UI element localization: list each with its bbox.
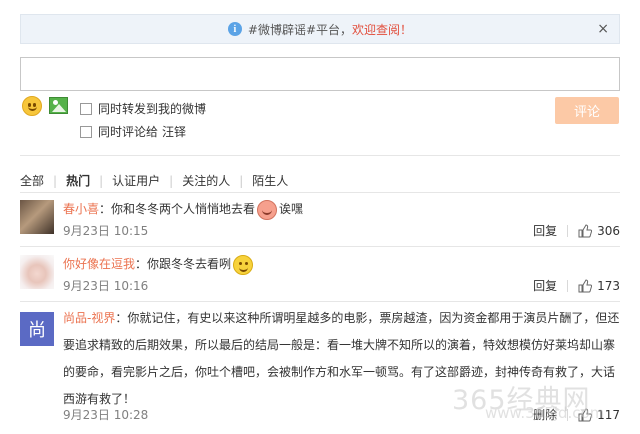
info-icon: i	[227, 22, 242, 36]
notice-text: #微博辟谣#平台，	[247, 22, 353, 37]
reply-button[interactable]: 回复	[533, 277, 557, 294]
shy-emoji-icon	[257, 199, 278, 220]
tab-separator: |	[169, 173, 174, 188]
option-repost[interactable]: 同时转发到我的微博	[80, 100, 206, 117]
close-icon[interactable]: ×	[597, 21, 609, 37]
repost-checkbox[interactable]	[80, 102, 92, 115]
emoji-icon[interactable]	[22, 96, 42, 116]
comment-time: 9月23日 10:16	[63, 279, 149, 293]
comment-time: 9月23日 10:15	[63, 224, 149, 238]
watermark-url: www.365jd.com	[485, 404, 605, 422]
option-repost-label: 同时转发到我的微博	[98, 102, 207, 116]
thumbs-up-icon	[578, 223, 593, 237]
avatar[interactable]	[20, 255, 54, 289]
divider	[20, 301, 620, 302]
filter-tabs: 全部 | 热门 | 认证用户 | 关注的人 | 陌生人	[20, 172, 288, 189]
comment-username[interactable]: 春小喜	[63, 202, 99, 216]
tab-hot[interactable]: 热门	[66, 172, 90, 189]
action-separator	[567, 279, 569, 292]
comment-meta: 9月23日 10:15 回复 306	[63, 222, 620, 240]
option-comment-target: 汪铎	[162, 125, 187, 139]
comment-item: 春小喜：你和冬冬两个人悄悄地去看 诶嘿 9月23日 10:15 回复 306	[20, 196, 620, 246]
notice-bar: i #微博辟谣#平台， 欢迎查阅！ ×	[20, 14, 620, 44]
avatar[interactable]: 尚	[20, 312, 54, 346]
smile-emoji-icon	[233, 254, 254, 275]
comment-colon: ：	[115, 311, 128, 325]
comment-text-after: 诶嘿	[279, 202, 304, 216]
tab-separator: |	[239, 173, 244, 188]
comment-to-checkbox[interactable]	[80, 125, 92, 138]
comment-username[interactable]: 尚品-视界	[63, 311, 115, 325]
tab-separator: |	[53, 173, 58, 188]
comment-colon: ：	[135, 257, 148, 271]
like-button[interactable]: 173	[578, 279, 620, 293]
comment-text: 你跟冬冬去看咧	[147, 257, 232, 271]
comment-actions: 回复 306	[533, 222, 620, 239]
action-separator	[567, 224, 569, 237]
tab-all[interactable]: 全部	[20, 172, 44, 189]
like-count: 306	[597, 223, 620, 238]
notice-link[interactable]: 欢迎查阅！	[352, 21, 412, 38]
image-icon[interactable]	[49, 97, 68, 114]
comment-username[interactable]: 你好像在逗我	[63, 257, 135, 271]
tab-strangers[interactable]: 陌生人	[252, 172, 288, 189]
option-comment-to[interactable]: 同时评论给 汪铎	[80, 123, 186, 140]
comment-colon: ：	[99, 202, 112, 216]
avatar[interactable]	[20, 200, 54, 234]
divider	[20, 155, 620, 156]
comment-item: 你好像在逗我：你跟冬冬去看咧 9月23日 10:16 回复 173	[20, 251, 620, 301]
comment-input-box[interactable]	[20, 57, 620, 91]
like-button[interactable]: 306	[578, 224, 620, 238]
comment-time: 9月23日 10:28	[63, 408, 149, 422]
comment-meta: 9月23日 10:16 回复 173	[63, 277, 620, 295]
comment-actions: 回复 173	[533, 277, 620, 294]
comment-text: 你和冬冬两个人悄悄地去看	[111, 202, 256, 216]
comment-content: 你好像在逗我：你跟冬冬去看咧	[63, 251, 620, 278]
reply-button[interactable]: 回复	[533, 222, 557, 239]
thumbs-up-icon	[578, 278, 593, 292]
tab-following[interactable]: 关注的人	[182, 172, 230, 189]
like-count: 173	[597, 278, 620, 293]
comment-content: 春小喜：你和冬冬两个人悄悄地去看 诶嘿	[63, 196, 620, 223]
comment-input[interactable]	[21, 58, 619, 90]
submit-comment-button[interactable]: 评论	[555, 97, 619, 124]
tab-separator: |	[99, 173, 104, 188]
divider	[20, 192, 620, 193]
tab-verified[interactable]: 认证用户	[112, 172, 160, 189]
option-comment-label: 同时评论给	[98, 125, 159, 139]
divider	[20, 246, 620, 247]
